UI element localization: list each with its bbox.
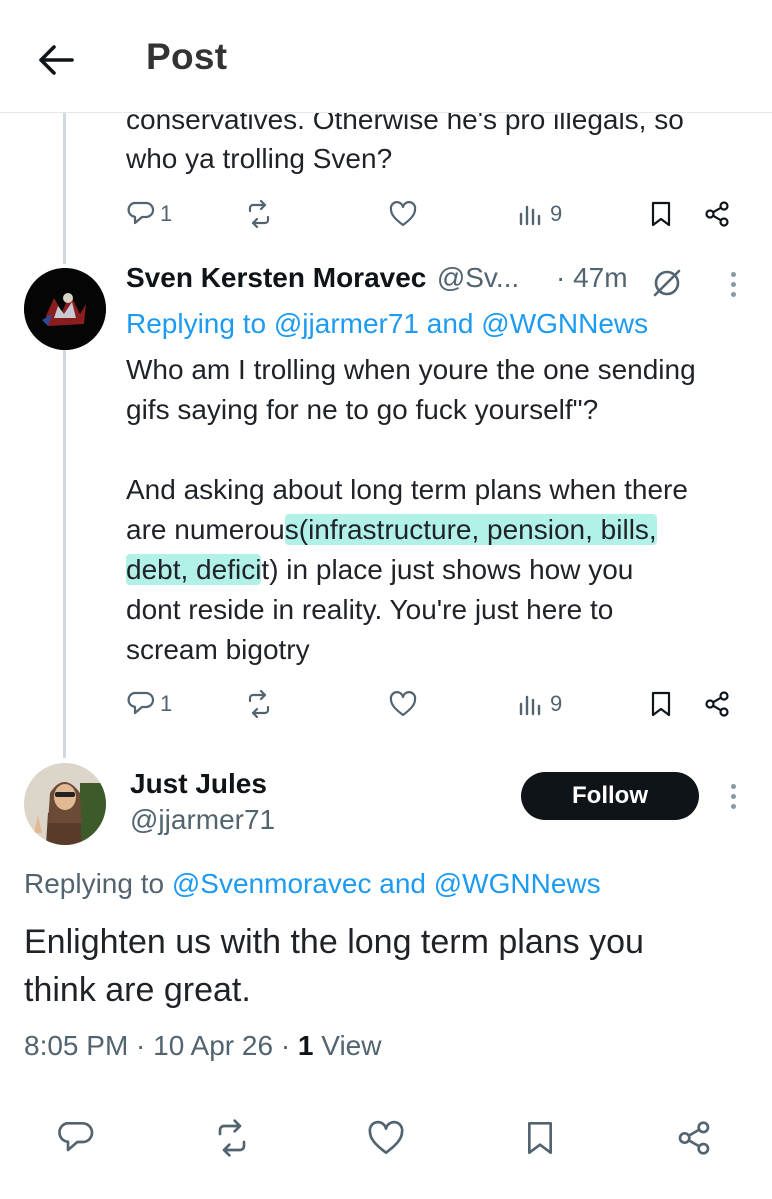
view-label: View [313, 1030, 382, 1061]
share-button[interactable] [702, 682, 732, 726]
replying-to: Replying to @Svenmoravec and @WGNNews [24, 864, 601, 904]
tweet-author-line: Sven Kersten Moravec @Sv... [126, 262, 519, 304]
share-icon [705, 691, 729, 717]
replying-to-prefix: Replying to [126, 308, 267, 339]
tweet-text-line: Who am I trolling when youre the one sen… [126, 354, 696, 385]
arrow-left-icon [39, 45, 74, 75]
tweet-actions: 1 9 [126, 682, 746, 726]
tweet-meta: 8:05 PM · 10 Apr 26 · 1 View [24, 1026, 381, 1066]
share-icon [705, 201, 729, 227]
user-handle[interactable]: @jjarmer71 [130, 804, 275, 836]
tweet-text-segment: t) in place just shows how you [261, 554, 634, 585]
repost-icon [218, 1119, 246, 1157]
back-button[interactable] [34, 38, 78, 82]
reply-button[interactable]: 1 [126, 192, 172, 236]
avatar[interactable] [24, 268, 106, 350]
like-button[interactable] [388, 192, 418, 236]
more-options-button[interactable] [718, 774, 748, 818]
tweet-text-segment: are numerou [126, 514, 285, 545]
heart-icon [389, 201, 417, 227]
replying-to: Replying to @jjarmer71 and @WGNNews [126, 304, 648, 344]
bookmark-icon [651, 691, 671, 717]
tweet-text-line: And asking about long term plans when th… [126, 474, 688, 505]
tweet-text-line: scream bigotry [126, 634, 310, 665]
reply-icon [58, 1122, 94, 1152]
tweet-text-line: debt, deficit) in place just shows how y… [126, 550, 633, 590]
tweet-text-line: are numerous(infrastructure, pension, bi… [126, 510, 657, 550]
more-options-button[interactable] [718, 262, 748, 306]
thread-connector-line [63, 350, 66, 758]
replying-to-handles[interactable]: @jjarmer71 and @WGNNews [274, 308, 648, 339]
reply-button[interactable]: 1 [126, 682, 172, 726]
previous-tweet-actions: 1 9 [126, 192, 746, 236]
views-count: 9 [550, 201, 563, 226]
page-title: Post [146, 36, 228, 77]
tweet-datetime[interactable]: 8:05 PM · 10 Apr 26 · [24, 1030, 298, 1061]
views-chart-icon [519, 695, 541, 716]
grok-icon[interactable] [650, 266, 684, 300]
bookmark-icon [651, 201, 671, 227]
repost-icon [248, 689, 270, 719]
views-button[interactable]: 9 [516, 682, 562, 726]
highlighted-text: debt, defici [126, 554, 262, 585]
repost-button[interactable] [212, 1108, 252, 1168]
tweet-text-line: dont reside in reality. You're just here… [126, 594, 614, 625]
views-button[interactable]: 9 [516, 192, 562, 236]
reply-count: 1 [160, 691, 173, 716]
share-button[interactable] [702, 192, 732, 236]
bookmark-button[interactable] [520, 1108, 560, 1168]
replying-to-prefix: Replying to [24, 868, 165, 899]
views-count: 9 [550, 691, 563, 716]
reply-button[interactable] [56, 1108, 96, 1168]
follow-button[interactable]: Follow [521, 772, 699, 820]
bookmark-button[interactable] [646, 682, 676, 726]
like-button[interactable] [388, 682, 418, 726]
share-button[interactable] [674, 1108, 714, 1168]
like-button[interactable] [366, 1108, 406, 1168]
heart-icon [368, 1120, 404, 1154]
repost-button[interactable] [244, 682, 274, 726]
main-tweet-text-line: think are great. [24, 971, 251, 1009]
view-count: 1 [297, 1030, 314, 1061]
highlighted-text: s(infrastructure, pension, bills, [284, 514, 657, 545]
share-icon [678, 1121, 710, 1155]
tweet-timestamp[interactable]: · 47m [556, 262, 628, 294]
display-name[interactable]: Sven Kersten Moravec [126, 262, 426, 293]
views-chart-icon [519, 205, 541, 226]
bookmark-icon [528, 1122, 552, 1154]
repost-button[interactable] [244, 192, 274, 236]
main-tweet-actions [0, 1108, 772, 1168]
user-handle[interactable]: @Sv... [437, 262, 519, 293]
replying-to-handles[interactable]: @Svenmoravec and @WGNNews [172, 868, 601, 899]
avatar[interactable] [24, 763, 106, 845]
previous-tweet-text-line: who ya trolling Sven? [126, 143, 393, 174]
reply-icon [127, 691, 155, 715]
tweet-text-line: gifs saying for ne to go fuck yourself"? [126, 394, 599, 425]
reply-icon [127, 201, 155, 225]
thread-connector-line [63, 112, 66, 264]
reply-count: 1 [160, 201, 173, 226]
top-app-bar: Post [0, 0, 772, 113]
heart-icon [389, 691, 417, 717]
avatar-image [24, 268, 106, 350]
bookmark-button[interactable] [646, 192, 676, 236]
avatar-image [24, 763, 106, 845]
repost-icon [248, 199, 270, 229]
main-tweet-text-line: Enlighten us with the long term plans yo… [24, 923, 644, 961]
display-name[interactable]: Just Jules [130, 768, 267, 800]
